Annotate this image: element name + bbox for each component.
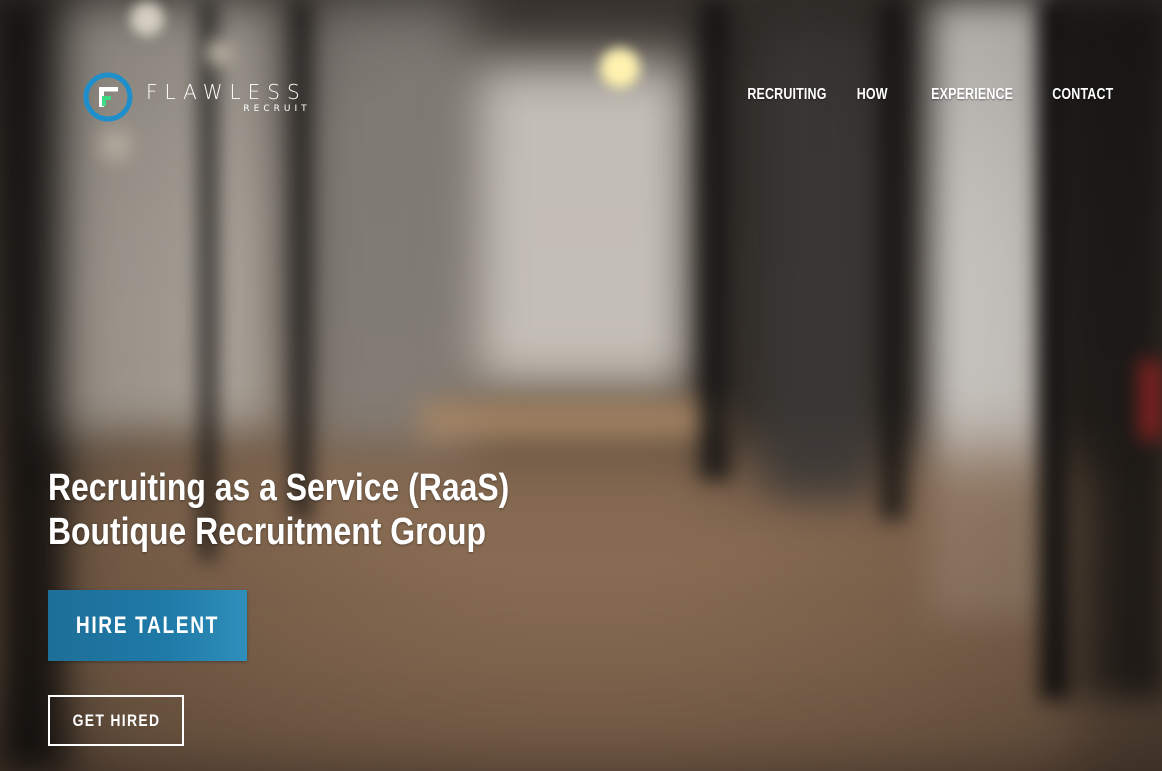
flawless-logo-icon [83, 72, 133, 122]
hero-headline-line2: Boutique Recruitment Group [48, 511, 487, 553]
nav-link-how[interactable]: HOW [856, 86, 887, 104]
logo-wordmark: FLAWLESS RECRUIT [146, 81, 307, 114]
hero-headline: Recruiting as a Service (RaaS) Boutique … [48, 466, 518, 554]
get-hired-label: GET HIRED [72, 710, 160, 730]
nav-link-experience[interactable]: EXPERIENCE [932, 86, 1014, 104]
brand-name: FLAWLESS [146, 79, 307, 104]
hire-talent-button[interactable]: HIRE TALENT [48, 590, 247, 661]
site-logo[interactable]: FLAWLESS RECRUIT [82, 70, 307, 124]
get-hired-button[interactable]: GET HIRED [48, 695, 184, 746]
hero-headline-line1: Recruiting as a Service (RaaS) [48, 467, 510, 509]
main-nav: RECRUITING HOW EXPERIENCE CONTACT [704, 86, 1113, 104]
nav-link-contact[interactable]: CONTACT [1052, 86, 1113, 104]
brand-tagline: RECRUIT [243, 103, 311, 114]
hire-talent-label: HIRE TALENT [75, 611, 220, 639]
nav-link-recruiting[interactable]: RECRUITING [748, 86, 827, 104]
